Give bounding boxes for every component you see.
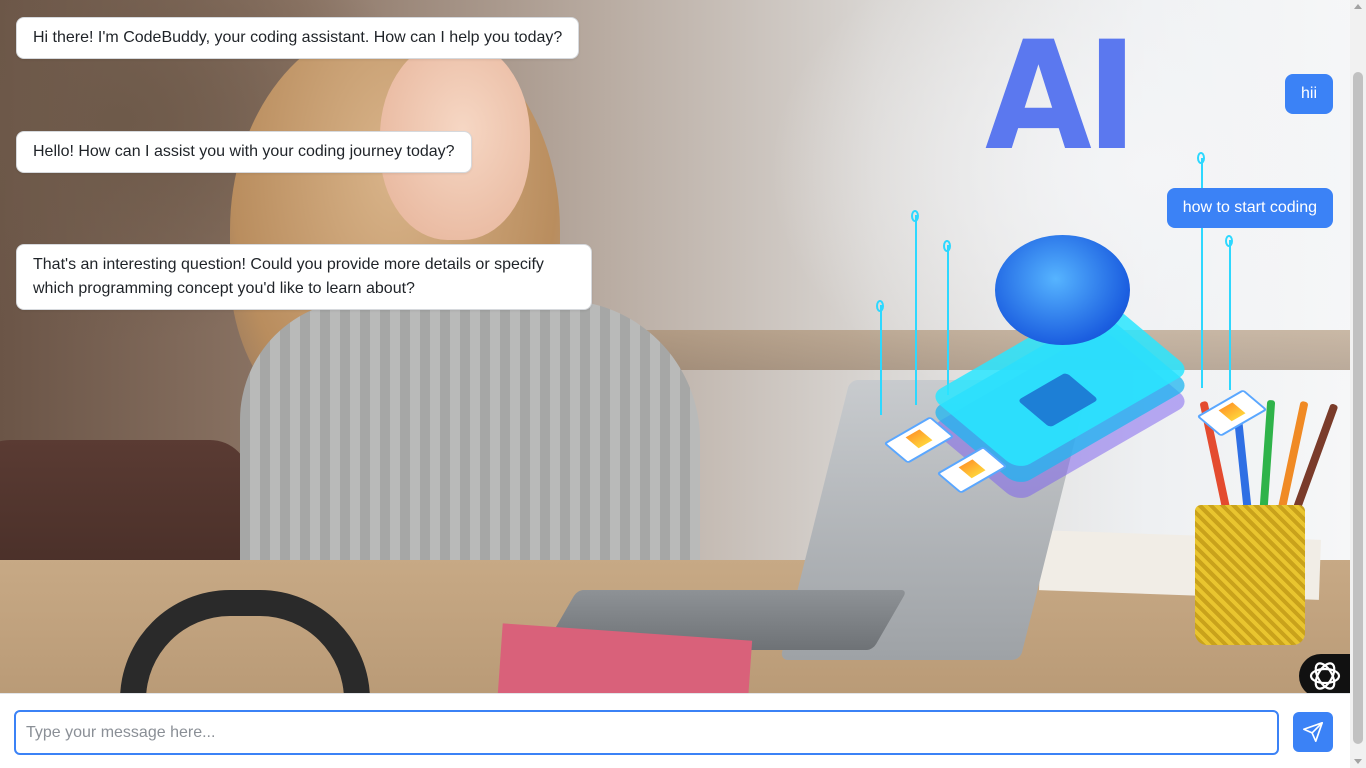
user-message-text: how to start coding	[1182, 199, 1317, 216]
bot-message: Hi there! I'm CodeBuddy, your coding ass…	[16, 17, 580, 59]
scroll-up-icon[interactable]	[1354, 4, 1362, 9]
bot-message: Hello! How can I assist you with your co…	[16, 131, 472, 173]
page-scrollbar[interactable]	[1350, 0, 1366, 768]
user-message: hii	[1284, 74, 1333, 114]
bot-message-text: Hello! How can I assist you with your co…	[33, 143, 455, 160]
bot-message-text: Hi there! I'm CodeBuddy, your coding ass…	[33, 29, 563, 46]
message-composer	[0, 693, 1350, 768]
message-input[interactable]	[14, 710, 1279, 755]
user-message: how to start coding	[1166, 188, 1333, 228]
scrollbar-thumb[interactable]	[1353, 72, 1363, 744]
bot-message-text: That's an interesting question! Could yo…	[33, 256, 544, 297]
openai-logo-icon	[1309, 662, 1341, 690]
bot-message: That's an interesting question! Could yo…	[16, 244, 592, 310]
send-icon	[1303, 722, 1323, 742]
send-button[interactable]	[1293, 712, 1333, 752]
scroll-down-icon[interactable]	[1354, 759, 1362, 764]
chat-message-list: Hi there! I'm CodeBuddy, your coding ass…	[0, 0, 1350, 693]
user-message-text: hii	[1300, 85, 1317, 102]
